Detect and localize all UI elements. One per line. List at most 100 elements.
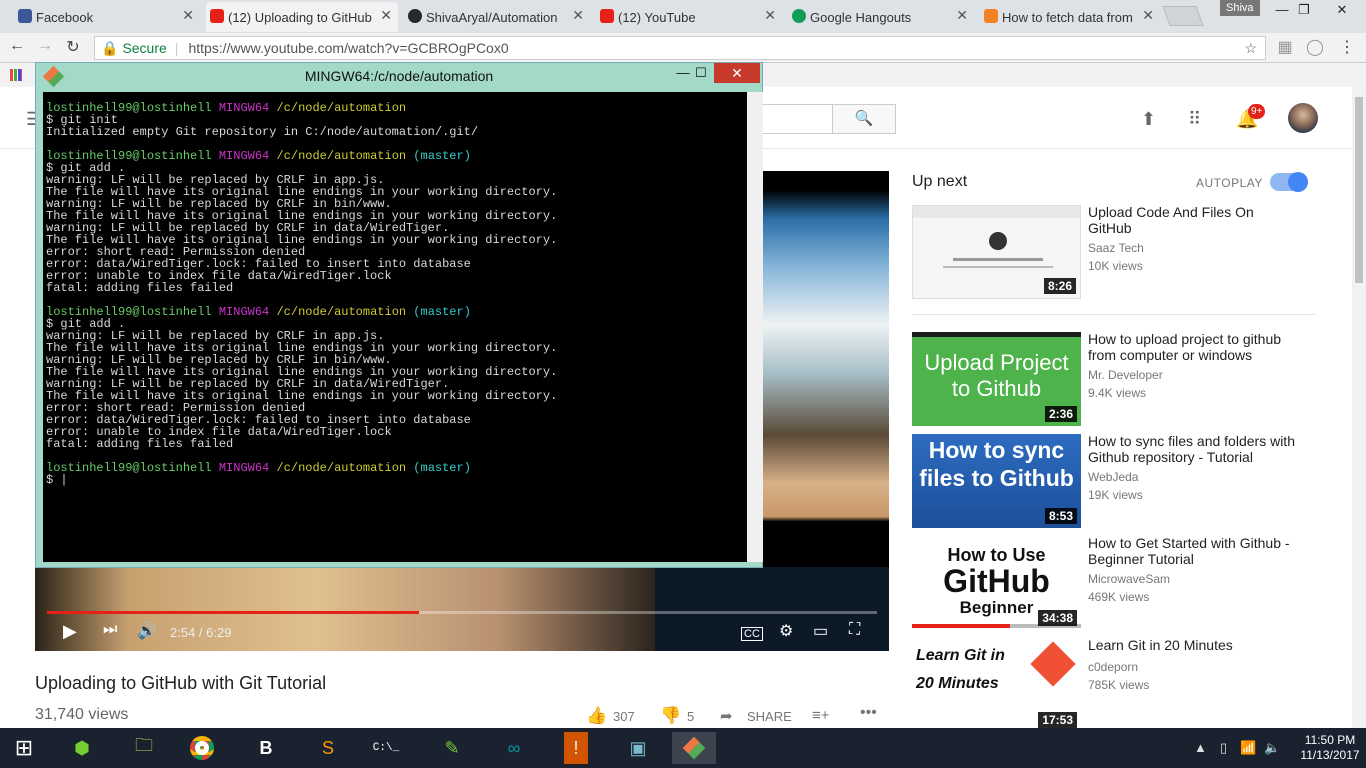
avatar[interactable] [1288, 103, 1318, 133]
tab-hangouts[interactable]: Google Hangouts ✕ [788, 2, 974, 32]
battery-icon[interactable]: ▯ [1220, 740, 1227, 756]
close-icon[interactable]: ✕ [182, 7, 194, 24]
terminal-cursor-line[interactable]: $ | [46, 474, 763, 486]
notepadpp-icon[interactable]: ✎ [430, 732, 474, 764]
video-title[interactable]: Upload Code And Files On GitHub [1088, 204, 1298, 236]
git-bash-icon[interactable] [672, 732, 716, 764]
volume-icon[interactable]: 🔊 [137, 621, 157, 641]
share-button[interactable]: SHARE [747, 709, 792, 724]
extension-icon[interactable]: ◯ [1304, 37, 1326, 57]
volume-icon[interactable]: 🔈 [1264, 740, 1280, 756]
video-title[interactable]: Learn Git in 20 Minutes [1088, 637, 1298, 653]
video-frame-bottom [35, 567, 655, 651]
apps-grid-icon[interactable]: ⠿ [1188, 109, 1201, 130]
channel-name[interactable]: c0deporn [1088, 660, 1138, 674]
close-icon[interactable]: ✕ [956, 7, 968, 24]
prompt-line: lostinhell99@lostinhell MINGW64 /c/node/… [46, 461, 471, 475]
channel-name[interactable]: WebJeda [1088, 470, 1138, 484]
scrollbar-thumb[interactable] [1355, 97, 1363, 283]
extension-icon[interactable]: ▦ [1274, 37, 1296, 57]
arduino-icon[interactable]: ∞ [492, 732, 536, 764]
close-icon[interactable]: ✕ [714, 63, 760, 83]
channel-name[interactable]: Saaz Tech [1088, 241, 1144, 255]
tab-facebook[interactable]: Facebook ✕ [14, 2, 200, 32]
video-thumbnail[interactable]: How to Use GitHub Beginner 34:38 [912, 536, 1081, 630]
star-icon[interactable]: ☆ [1244, 40, 1257, 57]
profile-chip[interactable]: Shiva [1220, 0, 1260, 16]
facebook-icon [18, 9, 32, 23]
new-tab-button[interactable] [1162, 6, 1204, 26]
video-views: 10K views [1088, 259, 1143, 273]
app-icon[interactable]: ⬢ [60, 732, 104, 764]
video-thumbnail[interactable]: 8:26 [912, 205, 1081, 299]
search-button[interactable]: 🔍 [832, 104, 896, 134]
video-thumbnail[interactable]: How to sync files to Github 8:53 [912, 434, 1081, 528]
terminal-window[interactable]: MINGW64:/c/node/automation — ☐ ✕ lostinh… [35, 62, 763, 568]
video-thumbnail[interactable]: Upload Project to Github 2:36 [912, 332, 1081, 426]
share-icon[interactable]: ➦ [720, 707, 733, 725]
office-icon[interactable]: ! [564, 732, 588, 764]
video-thumbnail[interactable]: Learn Git in 20 Minutes 17:53 [912, 638, 1081, 732]
video-title[interactable]: How to upload project to github from com… [1088, 331, 1298, 363]
tab-uploading-github[interactable]: (12) Uploading to GitHub ✕ [206, 2, 398, 32]
channel-name[interactable]: MicrowaveSam [1088, 572, 1170, 586]
terminal-scrollbar[interactable] [747, 92, 763, 562]
close-icon[interactable]: ✕ [380, 7, 392, 24]
chrome-icon[interactable] [180, 732, 224, 764]
next-icon[interactable]: ⏭ [103, 621, 117, 639]
tab-youtube[interactable]: (12) YouTube ✕ [596, 2, 782, 32]
like-count: 307 [613, 709, 635, 724]
back-icon[interactable]: ← [6, 37, 28, 55]
tray-expand-icon[interactable]: ▲ [1194, 740, 1207, 755]
upload-icon[interactable]: ⬆ [1141, 109, 1156, 130]
settings-icon[interactable]: ⚙ [779, 621, 793, 641]
tab-stackoverflow[interactable]: How to fetch data from ✕ [980, 2, 1160, 32]
cmd-icon[interactable]: C:\_ [364, 732, 408, 764]
photos-icon[interactable]: ▣ [616, 732, 660, 764]
video-title[interactable]: How to Get Started with Github - Beginne… [1088, 535, 1298, 567]
forward-icon[interactable]: → [34, 37, 56, 55]
dislike-icon[interactable]: 👎 [660, 706, 681, 726]
fullscreen-icon[interactable]: ⛶ [849, 621, 860, 639]
address-bar[interactable]: 🔒 Secure | https://www.youtube.com/watch… [94, 36, 1266, 60]
autoplay-toggle[interactable] [1270, 172, 1308, 192]
page-scrollbar[interactable] [1352, 87, 1366, 728]
list-item[interactable]: How to sync files to Github 8:53 How to … [912, 433, 1312, 528]
close-icon[interactable]: ✕ [764, 7, 776, 24]
close-icon[interactable]: ✕ [1142, 7, 1154, 24]
list-item[interactable]: How to Use GitHub Beginner 34:38 How to … [912, 535, 1312, 630]
close-window-icon[interactable]: ✕ [1322, 0, 1362, 20]
more-icon[interactable]: ••• [860, 704, 877, 722]
channel-name[interactable]: Mr. Developer [1088, 368, 1163, 382]
maximize-icon[interactable]: ☐ [686, 63, 716, 83]
like-icon[interactable]: 👍 [586, 706, 607, 726]
bitdefender-icon[interactable]: B [244, 732, 288, 764]
list-item[interactable]: 8:26 Upload Code And Files On GitHub Saa… [912, 204, 1312, 299]
signal-icon[interactable]: 📶 [1240, 740, 1256, 756]
url-text: https://www.youtube.com/watch?v=GCBROgPC… [188, 40, 509, 56]
close-icon[interactable]: ✕ [572, 7, 584, 24]
apps-icon[interactable] [10, 69, 22, 81]
add-to-playlist-icon[interactable]: ≡+ [812, 707, 830, 724]
reload-icon[interactable]: ↻ [62, 37, 84, 57]
list-item[interactable]: Upload Project to Github 2:36 How to upl… [912, 331, 1312, 426]
sublime-icon[interactable]: S [306, 732, 350, 764]
theater-icon[interactable]: ▭ [813, 621, 828, 641]
play-icon[interactable]: ▶ [63, 621, 77, 642]
file-explorer-icon[interactable]: 🗀 [122, 732, 166, 764]
windows-start-icon[interactable]: ⊞ [2, 732, 46, 764]
maximize-icon[interactable]: ❐ [1284, 0, 1324, 20]
taskbar-clock[interactable]: 11:50 PM 11/13/2017 [1295, 733, 1365, 763]
menu-icon[interactable]: ⋮ [1336, 37, 1358, 57]
progress-bar[interactable] [47, 611, 877, 614]
captions-icon[interactable]: CC [741, 627, 763, 641]
duration-badge: 8:26 [1043, 278, 1076, 294]
terminal-output[interactable]: lostinhell99@lostinhell MINGW64 /c/node/… [43, 92, 763, 562]
dislike-count: 5 [687, 709, 695, 724]
secure-label: Secure [122, 40, 167, 56]
search-input[interactable] [760, 104, 832, 134]
video-title[interactable]: How to sync files and folders with Githu… [1088, 433, 1298, 465]
tab-github-repo[interactable]: ShivaAryal/Automation ✕ [404, 2, 590, 32]
list-item[interactable]: Learn Git in 20 Minutes 17:53 Learn Git … [912, 637, 1312, 732]
duration-badge: 34:38 [1038, 610, 1077, 626]
